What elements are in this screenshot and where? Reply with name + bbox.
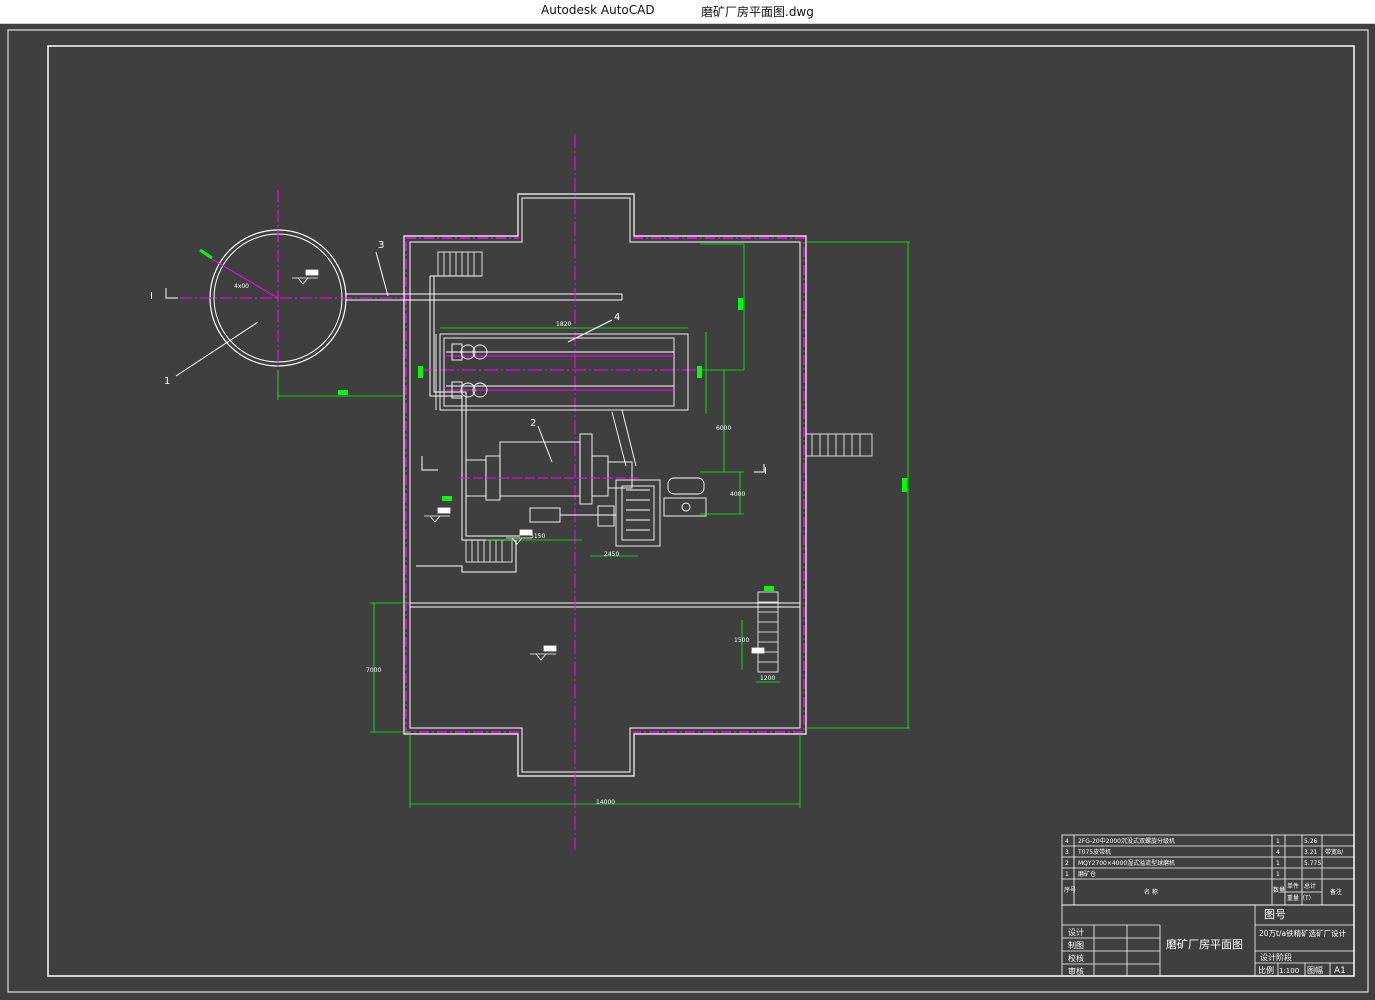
role-check: 校核: [1068, 953, 1084, 963]
outer-border: [7, 29, 1369, 993]
callout-3: 3: [378, 240, 384, 251]
sheet-value: A1: [1334, 966, 1346, 976]
cad-drawing: 1 2 3 4 I I 4x00 1820 6000 4000 5150 245…: [7, 29, 1369, 993]
dimension-markers: [338, 298, 907, 591]
elevation-markers: [292, 269, 765, 661]
stage-label: 设计阶段: [1260, 952, 1292, 962]
drawing-no-label: 图号: [1264, 908, 1286, 921]
header-weight-unit: 重量（T）: [1287, 894, 1315, 902]
scale-value: 1:100: [1279, 967, 1299, 975]
part-row-2-no: 2: [1065, 860, 1069, 867]
header-remark: 备注: [1330, 888, 1342, 896]
role-design: 设计: [1068, 927, 1084, 937]
part-row-3-name: T075皮带机: [1077, 848, 1111, 856]
part-row-2-qty: 1: [1276, 860, 1280, 867]
dim-2450: 2450: [604, 551, 619, 558]
ore-bin: [180, 190, 404, 396]
role-review: 审核: [1068, 966, 1084, 976]
callout-2: 2: [530, 418, 536, 429]
part-row-2-weight: 5.775: [1304, 860, 1321, 867]
part-row-1-qty: 1: [1276, 871, 1280, 878]
part-row-2-name: MQY2700×4000湿式溢流型球磨机: [1078, 859, 1175, 867]
part-row-1-name: 磨矿仓: [1078, 870, 1096, 878]
header-no: 序号: [1064, 886, 1076, 894]
inner-border: [47, 45, 1355, 977]
part-row-4-weight: 5.26: [1304, 838, 1318, 845]
part-row-4-name: 2FG-20中2000沉没式双螺旋分级机: [1078, 837, 1175, 845]
part-row-3-remark: 带宽B/: [1325, 848, 1344, 856]
dim-bin-radius: 4x00: [234, 283, 249, 290]
leader-lines: [175, 319, 613, 463]
dim-6000: 6000: [716, 425, 731, 432]
part-row-3-qty: 4: [1276, 849, 1280, 856]
belt-conveyor: [346, 251, 623, 301]
dimension-lines: [277, 241, 910, 808]
dim-1820: 1820: [556, 321, 571, 328]
dim-1200: 1200: [760, 675, 775, 682]
drawing-title: 磨矿厂房平面图: [1166, 938, 1243, 951]
stairs: [437, 251, 873, 673]
ball-mill: [460, 409, 707, 547]
app-name: Autodesk AutoCAD: [541, 3, 655, 17]
dim-14000: 14000: [596, 799, 615, 806]
dim-1500: 1500: [734, 637, 749, 644]
header-qty: 数量: [1273, 886, 1285, 894]
section-mark-left: I: [150, 291, 153, 302]
part-row-4-no: 4: [1065, 838, 1069, 845]
scale-label: 比例: [1258, 965, 1274, 975]
header-unit-weight: 单件: [1287, 882, 1299, 890]
title-block-frame: [1061, 834, 1355, 977]
spiral-classifier: [435, 333, 689, 411]
part-row-3-weight: 3.21: [1304, 849, 1318, 856]
header-total-weight: 总计: [1304, 882, 1316, 890]
project-name: 20万t/a铁精矿选矿厂设计: [1259, 928, 1347, 938]
dim-5150: 5150: [530, 533, 545, 540]
building-walls: [403, 193, 807, 777]
part-row-4-qty: 1: [1276, 838, 1280, 845]
drawing-canvas[interactable]: 1 2 3 4 I I 4x00 1820 6000 4000 5150 245…: [0, 24, 1375, 1000]
part-row-3-no: 3: [1065, 849, 1069, 856]
center-lines: [418, 134, 702, 850]
dim-4000: 4000: [730, 491, 745, 498]
callout-1: 1: [164, 376, 170, 387]
callout-4: 4: [614, 312, 620, 323]
sheet-label: 图幅: [1307, 965, 1323, 975]
part-row-1-no: 1: [1065, 871, 1069, 878]
section-mark-right: I: [764, 466, 767, 477]
role-drawing: 制图: [1068, 940, 1084, 950]
dim-7000: 7000: [366, 667, 381, 674]
header-name: 名 称: [1144, 888, 1158, 896]
window-title-bar: Autodesk AutoCAD 磨矿厂房平面图.dwg: [0, 0, 1375, 24]
document-name: 磨矿厂房平面图.dwg: [701, 5, 814, 19]
